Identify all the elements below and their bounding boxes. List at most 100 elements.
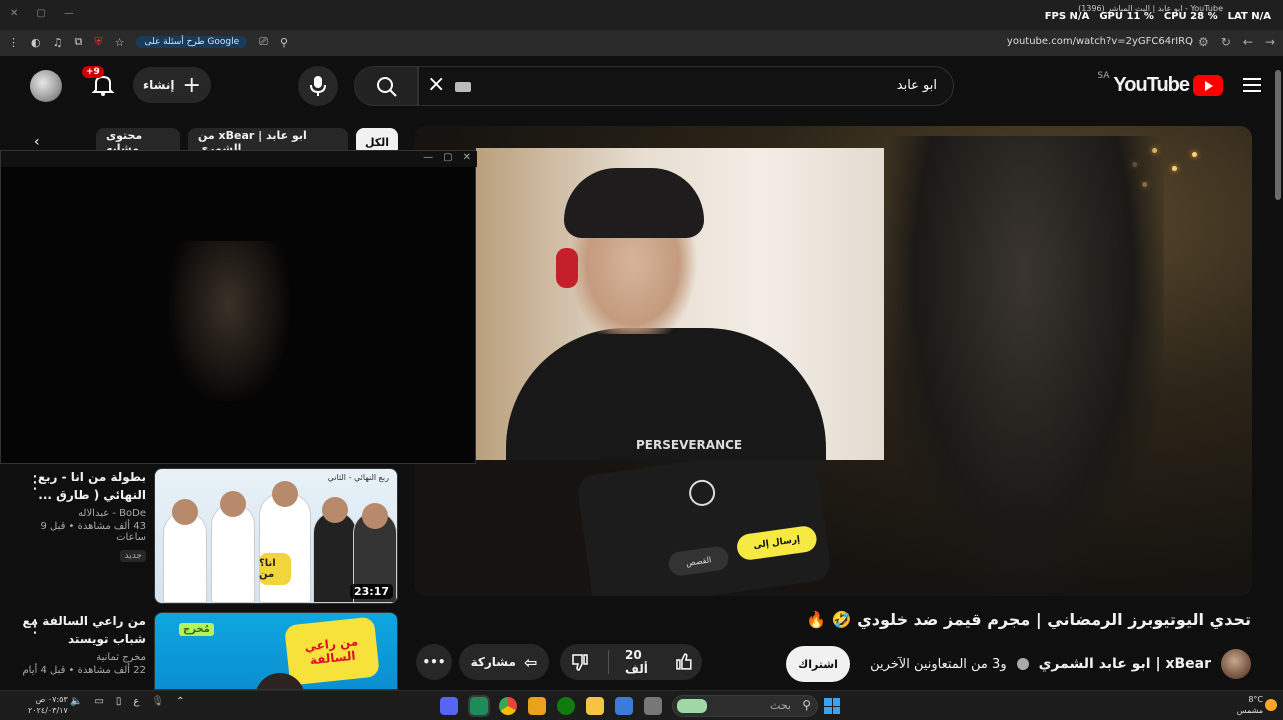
phone-story-button: القصص <box>667 545 730 578</box>
windows-start-icon[interactable] <box>824 698 840 714</box>
browser-address-bar: ⋮ ◐ ♫ ⧉ ⛨ ☆ طرح أسئلة على Google ⎚ ⚲ you… <box>0 30 1283 56</box>
hamburger-menu-icon[interactable] <box>1243 78 1261 96</box>
close-icon[interactable]: ✕ <box>463 152 471 163</box>
zoom-icon[interactable]: ⚲ <box>280 36 288 49</box>
thumbnail-person-head <box>272 481 298 507</box>
thumbnail-person-head <box>362 503 388 529</box>
profile-icon[interactable]: ◐ <box>31 36 41 49</box>
more-icon: ••• <box>422 655 446 669</box>
notifications-button[interactable]: +9 <box>82 66 118 100</box>
clear-search-icon[interactable]: × <box>427 72 445 97</box>
maximize-window-icon[interactable]: ▢ <box>36 8 45 19</box>
scrollbar-thumb[interactable] <box>1275 70 1281 200</box>
chevron-left-icon[interactable]: ‹ <box>34 134 40 150</box>
chat-app-icon[interactable] <box>468 695 490 717</box>
site-settings-icon[interactable]: ⚙ <box>1198 35 1209 49</box>
streamer-figure <box>884 136 1164 596</box>
minimize-icon[interactable]: — <box>423 152 433 163</box>
dislike-button[interactable] <box>560 652 600 672</box>
channel-name[interactable]: xBear | ابو عابد الشمري <box>1039 656 1211 672</box>
mini-player-controls: — ▢ ✕ <box>423 152 471 163</box>
video-duration: 23:17 <box>349 584 393 599</box>
like-button[interactable]: 20 ألف <box>617 648 702 676</box>
search-icon <box>377 77 397 97</box>
webcam-overlay: PERSEVERANCE <box>476 148 884 460</box>
clock-time: ٠٧:٥٣ ص <box>35 695 68 704</box>
address-url[interactable]: youtube.com/watch?v=2yGFC64rIRQ <box>1007 36 1193 47</box>
like-dislike-group: 20 ألف <box>560 644 702 680</box>
search-input[interactable]: ابو عابد × <box>418 66 954 106</box>
thumbnail-person <box>211 503 255 603</box>
webcam-person-hair <box>564 168 704 238</box>
stat-lat: LAT N/A <box>1227 11 1271 22</box>
voice-search-button[interactable] <box>298 66 338 106</box>
weather-condition: مشمس <box>1236 706 1263 715</box>
create-button[interactable]: إنشاء + <box>133 67 211 103</box>
bookmark-star-icon[interactable]: ☆ <box>115 36 125 49</box>
chrome-app-icon[interactable] <box>499 697 517 715</box>
thumbs-down-icon <box>572 654 588 671</box>
extensions-icon[interactable]: ⧉ <box>74 35 82 49</box>
phone-screen: القصص إرسال إلى <box>575 443 833 596</box>
tray-overflow-icon[interactable]: ⌃ <box>176 696 184 707</box>
menu-icon[interactable]: ⋮ <box>8 36 19 49</box>
floating-mini-player[interactable]: — ▢ ✕ <box>0 150 477 464</box>
minimize-window-icon[interactable]: — <box>64 8 74 19</box>
shield-icon[interactable]: ⛨ <box>94 35 102 49</box>
media-icon[interactable]: ♫ <box>53 36 63 49</box>
mini-player-titlebar[interactable]: — ▢ ✕ <box>1 151 477 167</box>
keyboard-icon[interactable] <box>455 82 471 92</box>
recommendation-channel[interactable]: مخرج ثمانية <box>14 652 146 663</box>
network-icon[interactable]: ▭ <box>94 696 103 707</box>
thumbnail-person-head <box>322 497 348 523</box>
channel-avatar[interactable] <box>1221 649 1251 679</box>
back-icon[interactable]: → <box>1265 35 1275 49</box>
weather-widget[interactable]: 8°C مشمس <box>1237 694 1263 716</box>
taskbar-search[interactable]: بحث ⚲ <box>672 695 818 717</box>
notification-badge: +9 <box>82 66 104 78</box>
more-options-icon[interactable]: ⋮ <box>26 616 44 637</box>
collaborators-text[interactable]: و3 من المتعاونين الآخرين <box>870 657 1007 672</box>
mic-tray-icon[interactable]: 🎙 <box>151 696 164 707</box>
rockstar-app-icon[interactable] <box>528 697 546 715</box>
recommendation-stats: 43 ألف مشاهدة • قبل 9 ساعات <box>40 521 146 543</box>
taskbar-search-label: بحث <box>770 699 791 712</box>
file-explorer-icon[interactable] <box>586 697 604 715</box>
recommendation-thumbnail[interactable]: ربع النهائي - الثاني انا؟ من 23:17 <box>154 468 398 604</box>
search-button[interactable] <box>354 66 418 106</box>
search-highlight-icon <box>677 699 707 713</box>
more-options-icon[interactable]: ⋮ <box>26 472 44 493</box>
cast-icon[interactable]: ⎚ <box>259 35 268 49</box>
input-language[interactable]: ع <box>133 696 139 707</box>
stat-cpu: CPU 28 % <box>1163 11 1218 22</box>
stat-gpu: GPU 11 % <box>1099 11 1154 22</box>
page-scrollbar[interactable] <box>1275 60 1281 690</box>
recommendation-channel[interactable]: BoDe - عبدالاله <box>14 508 146 519</box>
like-separator <box>608 650 609 674</box>
forward-icon[interactable]: ← <box>1243 35 1253 49</box>
volume-icon[interactable]: 🔈 <box>70 696 82 707</box>
stat-fps: FPS N/A <box>1044 11 1090 22</box>
account-avatar[interactable] <box>30 70 62 102</box>
subscribe-button[interactable]: اشتراك <box>786 646 851 682</box>
task-view-icon[interactable] <box>644 697 662 715</box>
google-ask-pill[interactable]: طرح أسئلة على Google <box>136 36 248 48</box>
window-controls: ✕ ▢ — <box>10 8 74 19</box>
more-actions-button[interactable]: ••• <box>416 644 452 680</box>
share-button[interactable]: مشاركة ⇦ <box>459 644 549 680</box>
xbox-app-icon[interactable] <box>557 697 575 715</box>
reload-icon[interactable]: ↻ <box>1221 35 1231 49</box>
youtube-header: SA YouTube ابو عابد × إنشاء + +9 <box>0 56 1283 116</box>
recommendation-thumbnail[interactable]: مُخرج من راعي السالفة <box>154 612 398 690</box>
store-app-icon[interactable] <box>615 697 633 715</box>
close-window-icon[interactable]: ✕ <box>10 8 18 19</box>
taskbar-clock[interactable]: ٠٧:٥٣ ص ٢٠٢٤/٠٣/١٧ <box>28 694 68 716</box>
youtube-logo[interactable]: SA YouTube <box>1097 71 1223 97</box>
maximize-icon[interactable]: ▢ <box>443 152 452 163</box>
battery-icon[interactable]: ▯ <box>116 696 122 707</box>
new-badge: جديد <box>120 550 146 562</box>
thumbnail-label: ربع النهائي - الثاني <box>327 473 389 482</box>
windows-taskbar: ٠٧:٥٣ ص ٢٠٢٤/٠٣/١٧ 🔈 ▭ ▯ ع 🎙 ⌃ بحث ⚲ 8°C… <box>0 690 1283 720</box>
discord-app-icon[interactable] <box>440 697 458 715</box>
video-title: تحدي اليوتيوبرز الرمضاني | مجرم قيمز ضد … <box>806 610 1251 629</box>
